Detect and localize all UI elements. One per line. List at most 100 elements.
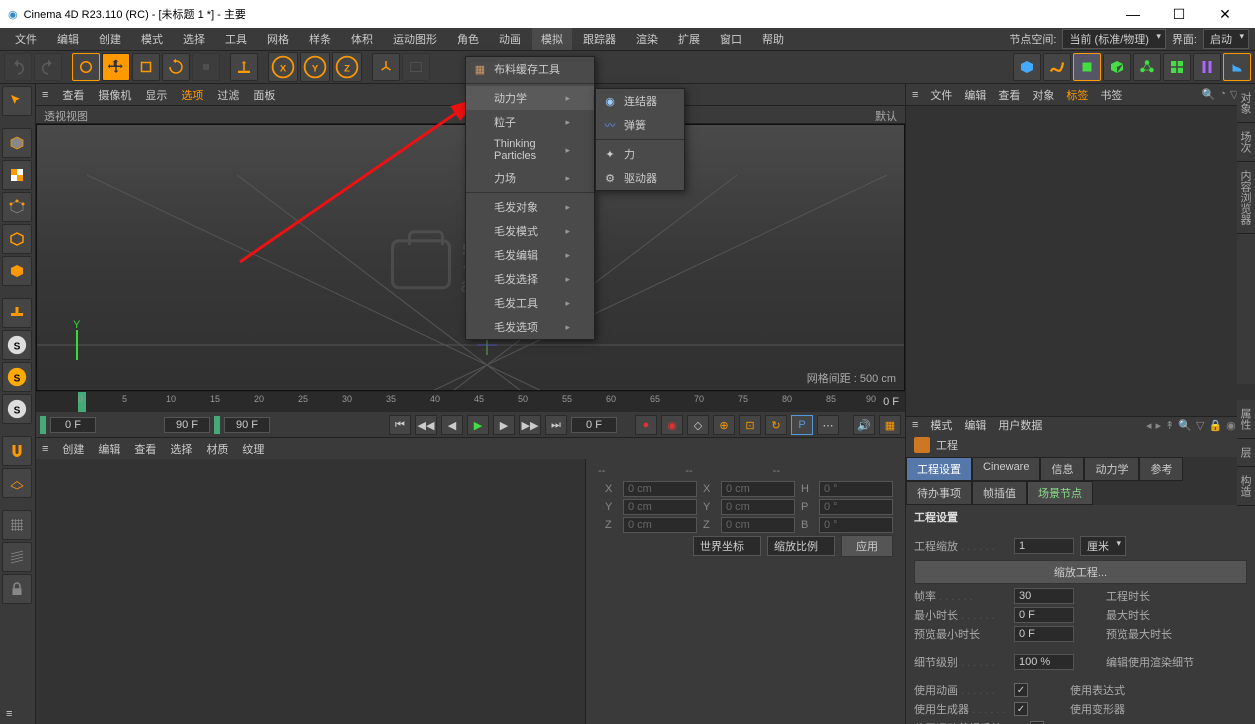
menu-simulate[interactable]: 模拟 — [532, 28, 572, 50]
snap-s1-icon[interactable]: S — [2, 330, 32, 360]
goto-start-button[interactable]: ⏮ — [389, 415, 411, 435]
generator-green3[interactable] — [1133, 53, 1161, 81]
generator-green1[interactable] — [1073, 53, 1101, 81]
vp-options[interactable]: 选项 — [181, 87, 203, 103]
size-y-input[interactable] — [721, 499, 795, 515]
new-icon[interactable]: ◉ — [1226, 419, 1236, 432]
mat-create[interactable]: 创建 — [62, 441, 84, 457]
om-edit[interactable]: 编辑 — [964, 87, 986, 103]
move-tool[interactable] — [102, 53, 130, 81]
scale-input[interactable] — [1014, 538, 1074, 554]
time-ruler[interactable]: 0 5 10 15 20 25 30 35 40 45 50 55 60 65 … — [36, 392, 905, 412]
dd-hair-select[interactable]: 毛发选择▸ — [466, 267, 594, 291]
grid1-icon[interactable] — [2, 510, 32, 540]
range-start-icon[interactable] — [40, 416, 46, 434]
generator-green2[interactable] — [1103, 53, 1131, 81]
pos-y-input[interactable] — [623, 499, 697, 515]
range-end-icon[interactable] — [214, 416, 220, 434]
tab-ref[interactable]: 参考 — [1139, 457, 1183, 481]
search-icon[interactable]: 🔍 — [1202, 88, 1216, 101]
rot-b-input[interactable] — [819, 517, 893, 533]
y-axis-button[interactable]: Y — [300, 52, 330, 82]
rotate-tool[interactable] — [162, 53, 190, 81]
tab-cineware[interactable]: Cineware — [972, 457, 1040, 481]
undo-button[interactable] — [4, 53, 32, 81]
side-tab-field[interactable]: 场次 — [1237, 123, 1255, 162]
menu-volume[interactable]: 体积 — [342, 28, 382, 50]
attr-edit[interactable]: 编辑 — [964, 417, 986, 433]
om-file[interactable]: 文件 — [930, 87, 952, 103]
menu-mode[interactable]: 模式 — [132, 28, 172, 50]
texture-icon[interactable] — [2, 160, 32, 190]
dd-force[interactable]: ✦力 — [596, 142, 684, 166]
om-view[interactable]: 查看 — [998, 87, 1020, 103]
tab-dynamics[interactable]: 动力学 — [1084, 457, 1139, 481]
key-scale-icon[interactable]: ⊡ — [739, 415, 761, 435]
hamburger-icon[interactable]: ≡ — [42, 89, 48, 101]
sound-icon[interactable]: 🔊 — [853, 415, 875, 435]
om-object[interactable]: 对象 — [1032, 87, 1054, 103]
generator-green4[interactable] — [1163, 53, 1191, 81]
cube-primitive[interactable] — [1013, 53, 1041, 81]
vp-view[interactable]: 查看 — [62, 87, 84, 103]
om-tags[interactable]: 标签 — [1066, 87, 1088, 103]
frame-end-input[interactable] — [164, 417, 210, 433]
dd-hair-tools[interactable]: 毛发工具▸ — [466, 291, 594, 315]
rot-p-input[interactable] — [819, 499, 893, 515]
side-tab-content[interactable]: 内容浏览器 — [1237, 162, 1255, 234]
scale-tool[interactable] — [132, 53, 160, 81]
menu-mograph[interactable]: 运动图形 — [384, 28, 446, 50]
mat-view[interactable]: 查看 — [134, 441, 156, 457]
dd-dynamics[interactable]: 动力学▸ — [466, 86, 594, 110]
dd-cloth-cache[interactable]: ▦布料缓存工具 — [466, 57, 594, 81]
lod-input[interactable] — [1014, 654, 1074, 670]
vp-display[interactable]: 显示 — [145, 87, 167, 103]
min-input[interactable] — [1014, 607, 1074, 623]
menu-extensions[interactable]: 扩展 — [669, 28, 709, 50]
dd-hair-edit[interactable]: 毛发编辑▸ — [466, 243, 594, 267]
frame-start-input[interactable] — [50, 417, 96, 433]
om-bookmarks[interactable]: 书签 — [1100, 87, 1122, 103]
snap-s3-icon[interactable]: S — [2, 394, 32, 424]
deformer-purple[interactable] — [1193, 53, 1221, 81]
layout-combo[interactable]: 启动 — [1203, 29, 1249, 49]
side-tab-objects[interactable]: 对象 — [1237, 84, 1255, 123]
workplane-icon[interactable] — [2, 468, 32, 498]
z-axis-button[interactable]: Z — [332, 52, 362, 82]
menu-tracker[interactable]: 跟踪器 — [574, 28, 625, 50]
vp-filter[interactable]: 过滤 — [217, 87, 239, 103]
size-z-input[interactable] — [721, 517, 795, 533]
dd-hair-mode[interactable]: 毛发模式▸ — [466, 219, 594, 243]
key-icon[interactable]: ◇ — [687, 415, 709, 435]
render-view[interactable] — [402, 53, 430, 81]
menu-animate[interactable]: 动画 — [490, 28, 530, 50]
node-space-combo[interactable]: 当前 (标准/物理) — [1062, 29, 1165, 49]
goto-end-button[interactable]: ⏭ — [545, 415, 567, 435]
point-mode-icon[interactable] — [2, 192, 32, 222]
next-key-button[interactable]: ▶▶ — [519, 415, 541, 435]
snap-s2-icon[interactable]: S — [2, 362, 32, 392]
mat-edit[interactable]: 编辑 — [98, 441, 120, 457]
key-param-icon[interactable]: P — [791, 415, 813, 435]
redo-button[interactable] — [34, 53, 62, 81]
key-pla-icon[interactable]: ⋯ — [817, 415, 839, 435]
vp-camera[interactable]: 摄像机 — [98, 87, 131, 103]
dd-particles[interactable]: 粒子▸ — [466, 110, 594, 134]
fps-input[interactable] — [1014, 588, 1074, 604]
axis-lock[interactable] — [230, 53, 258, 81]
prev-key-button[interactable]: ◀◀ — [415, 415, 437, 435]
film-icon[interactable]: ▦ — [879, 415, 901, 435]
mat-material[interactable]: 材质 — [206, 441, 228, 457]
menu-edit[interactable]: 编辑 — [48, 28, 88, 50]
cube-icon[interactable] — [2, 128, 32, 158]
menu-window[interactable]: 窗口 — [711, 28, 751, 50]
tab-todo[interactable]: 待办事项 — [906, 481, 972, 505]
dd-hair-opts[interactable]: 毛发选项▸ — [466, 315, 594, 339]
attr-mode[interactable]: 模式 — [930, 417, 952, 433]
menu-create[interactable]: 创建 — [90, 28, 130, 50]
tab-scenenodes[interactable]: 场景节点 — [1027, 481, 1093, 505]
nav-fwd-icon[interactable]: ▸ — [1156, 419, 1162, 432]
lock-icon[interactable] — [2, 574, 32, 604]
coord-scale-combo[interactable]: 缩放比例 — [767, 536, 835, 556]
last-tool[interactable] — [192, 53, 220, 81]
